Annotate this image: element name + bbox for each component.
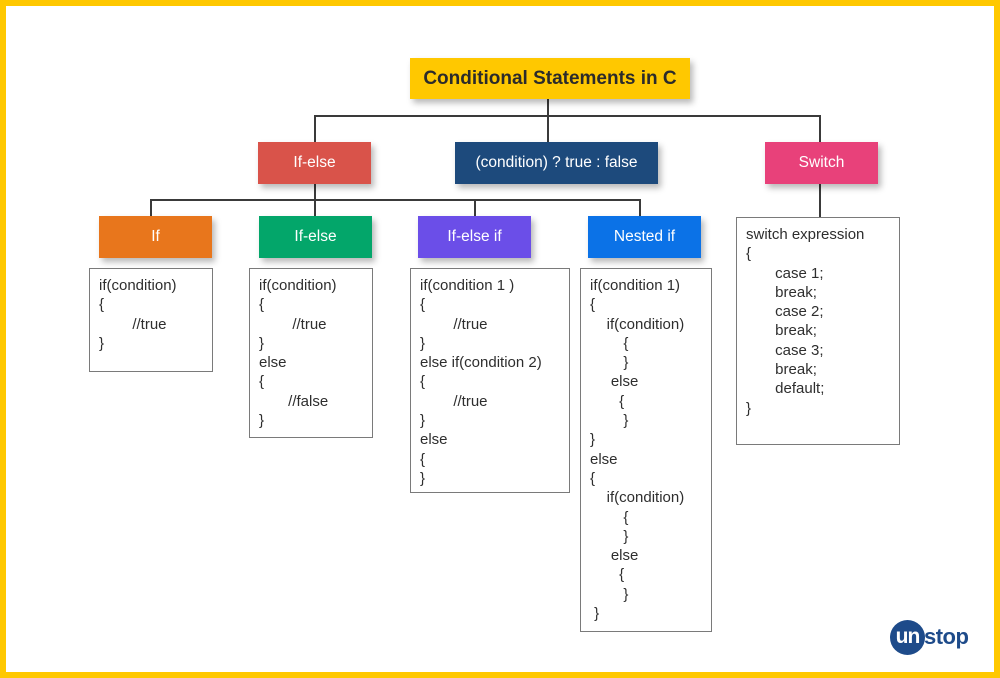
code-line: case 3; (746, 341, 824, 359)
code-line: { (590, 392, 625, 410)
code-box-if-else-if: if(condition 1 ) { //true} else if(conditi… (410, 268, 570, 493)
node-if-else-category: If-else (258, 142, 371, 184)
code-box-if-else: if(condition){ //true} else{ //false} (249, 268, 373, 438)
connector (819, 115, 821, 142)
code-line: { (590, 566, 625, 584)
code-line: else (590, 373, 639, 391)
connector (150, 199, 152, 216)
logo-text: stop (924, 624, 969, 649)
code-line: if(condition) (590, 315, 685, 333)
code-box-switch: switch expression { case 1; break; case 2… (736, 217, 900, 445)
code-line: else (590, 450, 618, 468)
node-ternary: (condition) ? true : false (455, 142, 658, 184)
code-line: if(condition 1) (590, 277, 681, 294)
code-line: break; (746, 361, 817, 379)
connector (474, 199, 476, 216)
node-switch: Switch (765, 142, 878, 184)
code-line: { (99, 296, 105, 314)
node-if-else: If-else (259, 216, 372, 258)
code-line: if(condition) (259, 277, 337, 294)
code-line: } (590, 605, 600, 623)
code-line: else (420, 431, 448, 449)
title-node: Conditional Statements in C (410, 58, 690, 99)
code-line: } (590, 431, 596, 449)
code-line: { (746, 245, 752, 263)
code-line: case 1; (746, 264, 824, 282)
node-nested-if: Nested if (588, 216, 701, 258)
code-line: //true (420, 315, 488, 333)
code-line: } (259, 412, 265, 430)
code-line: } (746, 399, 752, 417)
connector (547, 98, 549, 142)
code-line: } (590, 527, 629, 545)
code-line: //true (99, 315, 167, 333)
code-line: //true (259, 315, 327, 333)
code-line: { (590, 334, 629, 352)
code-line: } (590, 412, 629, 430)
node-if-else-if: If-else if (418, 216, 531, 258)
code-line: } (420, 469, 426, 487)
code-line: } (99, 334, 105, 352)
code-line: switch expression (746, 226, 865, 243)
connector (639, 199, 641, 216)
code-line: { (420, 450, 426, 468)
code-box-if: if(condition) { //true} (89, 268, 213, 372)
code-line: if(condition 1 ) (420, 277, 515, 294)
code-line: else if(condition 2) (420, 354, 542, 372)
unstop-logo: un stop (890, 619, 969, 655)
code-line: //false (259, 392, 329, 410)
connector (314, 115, 316, 142)
code-line: { (420, 296, 426, 314)
code-line: else (590, 547, 639, 565)
code-line: } (259, 334, 265, 352)
node-if: If (99, 216, 212, 258)
code-box-nested-if: if(condition 1){ if(condition) { } else … (580, 268, 712, 632)
code-line: } (590, 585, 629, 603)
code-line: } (420, 334, 426, 352)
connector (314, 115, 821, 117)
logo-circle: un (890, 619, 925, 655)
code-line: case 2; (746, 303, 824, 321)
code-line: //true (420, 392, 488, 410)
code-line: break; (746, 283, 817, 301)
code-line: if(condition) (99, 277, 177, 294)
code-line: } (590, 354, 629, 372)
code-line: { (259, 373, 265, 391)
code-line: { (590, 469, 596, 487)
code-line: } (420, 412, 426, 430)
code-line: { (259, 296, 265, 314)
code-line: default; (746, 380, 825, 398)
code-line: else (259, 354, 287, 372)
code-line: { (590, 508, 629, 526)
code-line: break; (746, 322, 817, 340)
code-line: { (590, 296, 596, 314)
code-line: { (420, 373, 426, 391)
code-line: if(condition) (590, 489, 685, 507)
connector (150, 199, 641, 201)
connector (819, 184, 821, 218)
